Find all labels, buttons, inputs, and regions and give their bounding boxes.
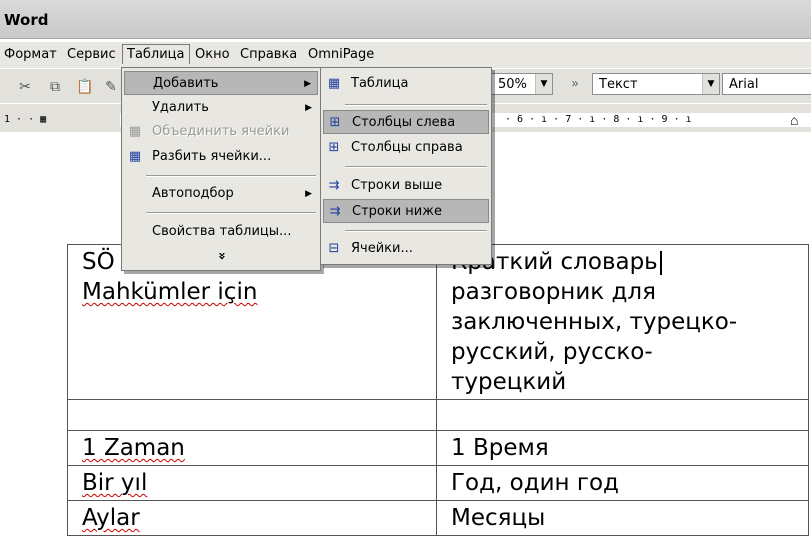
- submenu-arrow-icon: ▶: [305, 103, 312, 113]
- menu-item-rows-below[interactable]: ⇉ Строки ниже: [323, 199, 489, 223]
- cell-text: 1 Zaman: [82, 435, 185, 461]
- menu-item-cells[interactable]: ⊟ Ячейки...: [323, 237, 489, 261]
- format-painter-icon[interactable]: ✎: [102, 77, 120, 95]
- table-cell[interactable]: Bir yıl: [67, 465, 437, 501]
- menu-window[interactable]: Окно: [195, 47, 230, 62]
- table-cell[interactable]: Краткий словарь разговорник для заключен…: [436, 244, 809, 400]
- ruler-right-marks: · 6 · ı · 7 · ı · 8 · ı · 9 · ı: [505, 114, 692, 125]
- menu-bar: Формат Сервис Таблица Окно Справка OmniP…: [0, 42, 811, 68]
- menu-item-delete[interactable]: Удалить ▶: [124, 96, 318, 120]
- menu-item-table-properties[interactable]: Свойства таблицы...: [124, 220, 318, 244]
- more-buttons-icon[interactable]: »: [566, 74, 584, 92]
- document-table: SÖ Mahkümler için Краткий словарь разгов…: [67, 244, 809, 536]
- menu-table[interactable]: Таблица: [122, 44, 190, 64]
- menu-item-label: Столбцы справа: [351, 140, 463, 155]
- menu-item-autofit[interactable]: Автоподбор ▶: [124, 182, 318, 206]
- table-row: Aylar Месяцы: [67, 500, 809, 536]
- cut-icon[interactable]: ✂: [16, 77, 34, 95]
- menu-item-label: Разбить ячейки...: [152, 149, 272, 164]
- window-title: Word: [4, 11, 49, 29]
- menu-separator: [345, 104, 487, 106]
- zoom-combo[interactable]: 50% ▼: [491, 73, 553, 95]
- menu-item-columns-left[interactable]: ⊞ Столбцы слева: [323, 110, 489, 134]
- indent-marker-icon[interactable]: ⌂: [790, 112, 798, 128]
- chevron-down-icon[interactable]: ▼: [535, 74, 552, 94]
- style-combo[interactable]: Текст ▼: [592, 73, 720, 95]
- paste-icon[interactable]: 📋: [76, 77, 94, 95]
- menu-omnipage[interactable]: OmniPage: [308, 47, 374, 62]
- submenu-arrow-icon: ▶: [304, 79, 311, 89]
- table-cell[interactable]: 1 Zaman: [67, 430, 437, 466]
- menu-item-label: Свойства таблицы...: [152, 224, 292, 239]
- expand-chevron-icon: »: [214, 251, 229, 261]
- table-cell[interactable]: [436, 399, 809, 431]
- menu-item-insert-table[interactable]: ▦ Таблица: [323, 72, 489, 96]
- copy-icon[interactable]: ⧉: [46, 77, 64, 95]
- zoom-value: 50%: [498, 77, 527, 92]
- text-caret: [659, 250, 662, 275]
- font-value: Arial: [729, 77, 759, 92]
- table-cell[interactable]: Месяцы: [436, 500, 809, 536]
- menu-item-label: Ячейки...: [351, 241, 413, 256]
- ruler-left-marks: 1 · · ▦: [4, 114, 47, 125]
- cell-text: Bir yıl: [82, 470, 148, 496]
- table-cell[interactable]: Aylar: [67, 500, 437, 536]
- menu-separator: [146, 175, 316, 177]
- font-combo[interactable]: Arial: [722, 73, 811, 95]
- table-menu: Добавить ▶ Удалить ▶ ▦ Объединить ячейки…: [121, 67, 321, 271]
- menu-item-rows-above[interactable]: ⇉ Строки выше: [323, 174, 489, 198]
- menu-separator: [345, 166, 487, 168]
- menu-item-label: Строки выше: [351, 178, 443, 193]
- menu-format[interactable]: Формат: [4, 47, 57, 62]
- menu-item-label: Таблица: [351, 76, 409, 91]
- menu-service[interactable]: Сервис: [67, 47, 116, 62]
- cell-text: Aylar: [82, 505, 140, 531]
- style-value: Текст: [599, 77, 638, 92]
- menu-item-merge-cells[interactable]: ▦ Объединить ячейки: [124, 120, 318, 144]
- columns-left-icon: ⊞: [329, 115, 341, 130]
- menu-item-label: Удалить: [152, 100, 209, 115]
- cell-text: Mahkümler için: [82, 279, 258, 305]
- menu-item-label: Столбцы слева: [352, 115, 456, 130]
- menu-item-label: Автоподбор: [152, 186, 234, 201]
- table-cell[interactable]: [67, 399, 437, 431]
- rows-below-icon: ⇉: [329, 204, 341, 219]
- submenu-arrow-icon: ▶: [305, 189, 312, 199]
- menu-expand-button[interactable]: »: [124, 244, 318, 268]
- rows-above-icon: ⇉: [328, 178, 340, 193]
- title-bar: Word: [0, 0, 811, 39]
- menu-item-label: Строки ниже: [352, 204, 442, 219]
- table-row: [67, 399, 809, 431]
- menu-item-label: Объединить ячейки: [152, 124, 290, 139]
- menu-item-columns-right[interactable]: ⊞ Столбцы справа: [323, 136, 489, 160]
- table-icon: ▦: [327, 76, 341, 91]
- menu-item-insert[interactable]: Добавить ▶: [124, 71, 318, 95]
- menu-separator: [146, 212, 316, 214]
- table-row: Bir yıl Год, один год: [67, 465, 809, 501]
- merge-cells-icon: ▦: [128, 124, 142, 139]
- menu-item-label: Добавить: [153, 76, 219, 91]
- table-cell[interactable]: Год, один год: [436, 465, 809, 501]
- cells-icon: ⊟: [328, 241, 340, 256]
- insert-submenu: ▦ Таблица ⊞ Столбцы слева ⊞ Столбцы спра…: [320, 67, 492, 265]
- menu-separator: [345, 230, 487, 232]
- split-cells-icon: ▦: [128, 149, 142, 164]
- columns-right-icon: ⊞: [328, 140, 340, 155]
- table-row: 1 Zaman 1 Время: [67, 430, 809, 466]
- menu-item-split-cells[interactable]: ▦ Разбить ячейки...: [124, 145, 318, 169]
- table-cell[interactable]: 1 Время: [436, 430, 809, 466]
- menu-help[interactable]: Справка: [240, 47, 297, 62]
- chevron-down-icon[interactable]: ▼: [702, 74, 719, 94]
- cell-text: разговорник для заключенных, турецко-рус…: [451, 279, 738, 395]
